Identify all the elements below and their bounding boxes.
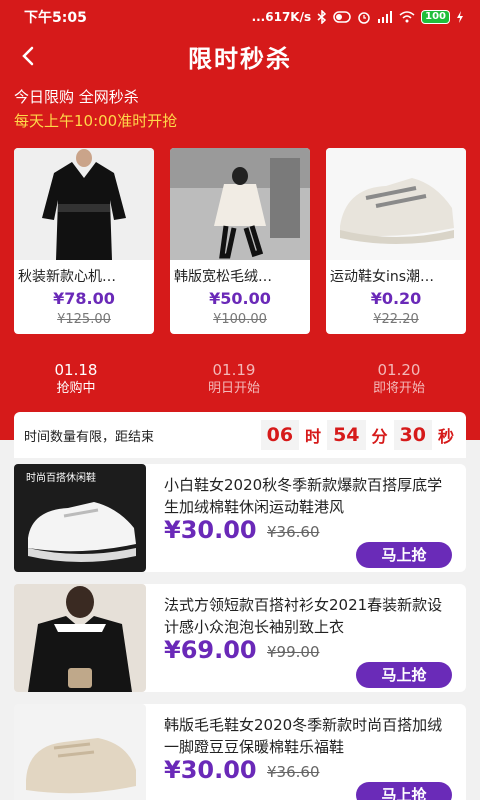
hours-unit: 时: [305, 427, 322, 446]
image-banner-text: 时尚百搭休闲鞋: [26, 471, 96, 484]
wifi-icon: [399, 11, 415, 23]
page-title: 限时秒杀: [188, 44, 292, 73]
product-title: 法式方领短款百搭衬衫女2021春装新款设计感小众泡泡长袖别致上衣: [164, 596, 443, 636]
product-original-price: ¥99.00: [267, 643, 320, 661]
product-original-price: ¥36.60: [267, 763, 320, 781]
countdown-bar: 时间数量有限，距结束 06 时 54 分 30 秒: [14, 412, 466, 458]
status-time: 下午5:05: [24, 10, 87, 26]
list-item[interactable]: 韩版毛毛鞋女2020冬季新款时尚百搭加绒一脚蹬豆豆保暖棉鞋乐福鞋 ¥30.00 …: [14, 704, 466, 800]
alarm-icon: [357, 10, 371, 24]
featured-title: 韩版宽松毛绒…: [174, 269, 272, 285]
featured-card[interactable]: 韩版宽松毛绒… ¥50.00 ¥100.00: [170, 148, 310, 334]
banner-subtitle: 今日限购 全网秒杀: [14, 88, 139, 106]
featured-card[interactable]: 秋装新款心机… ¥78.00 ¥125.00: [14, 148, 154, 334]
countdown-label: 时间数量有限，距结束: [24, 429, 155, 445]
buy-now-button[interactable]: 马上抢: [356, 542, 452, 568]
network-speed: ...617K/s: [251, 10, 312, 24]
product-image-white-sneaker: 时尚百搭休闲鞋: [14, 464, 146, 572]
countdown-minutes: 54: [327, 420, 366, 450]
tab-date: 01.18: [54, 361, 98, 379]
tab-date: 01.20: [377, 361, 421, 379]
product-price: ¥30.00: [164, 756, 257, 784]
featured-title: 运动鞋女ins潮…: [330, 269, 435, 285]
header: 限时秒杀: [0, 34, 480, 78]
featured-price: ¥78.00: [53, 289, 115, 308]
featured-card[interactable]: 运动鞋女ins潮… ¥0.20 ¥22.20: [326, 148, 466, 334]
signal-icon: [377, 11, 393, 23]
countdown-timer: 06 时 54 分 30 秒: [260, 420, 454, 450]
tab-0118[interactable]: 01.18 抢购中: [16, 360, 136, 398]
product-image-blouse: [14, 148, 154, 260]
tab-date: 01.19: [212, 361, 256, 379]
product-price: ¥30.00: [164, 516, 257, 544]
bluetooth-icon: [317, 10, 327, 24]
featured-original-price: ¥22.20: [373, 312, 419, 327]
status-icons: ...617K/s 100: [252, 10, 464, 24]
product-title: 小白鞋女2020秋冬季新款爆款百搭厚底学生加绒棉鞋休闲运动鞋港风: [164, 476, 443, 516]
product-image-fuzzy-shoe: [14, 704, 146, 800]
product-image-fleece-coat: [170, 148, 310, 260]
tab-status: 明日开始: [207, 381, 260, 396]
product-title: 韩版毛毛鞋女2020冬季新款时尚百搭加绒一脚蹬豆豆保暖棉鞋乐福鞋: [164, 716, 443, 756]
featured-title: 秋装新款心机…: [18, 269, 116, 285]
day-tabs: 01.18 抢购中 01.19 明日开始 01.20 即将开始: [0, 360, 480, 404]
buy-now-button[interactable]: 马上抢: [356, 782, 452, 800]
chevron-left-icon: [22, 46, 34, 66]
product-image-sneaker: [326, 148, 466, 260]
product-image-shirt: [14, 584, 146, 692]
countdown-hours: 06: [260, 420, 300, 450]
tab-0120[interactable]: 01.20 即将开始: [339, 360, 459, 398]
list-item[interactable]: 时尚百搭休闲鞋 小白鞋女2020秋冬季新款爆款百搭厚底学生加绒棉鞋休闲运动鞋港风…: [14, 464, 466, 572]
product-original-price: ¥36.60: [267, 523, 320, 541]
seconds-unit: 秒: [437, 427, 454, 446]
banner-schedule: 每天上午10:00准时开抢: [14, 112, 178, 130]
countdown-seconds: 30: [393, 420, 432, 450]
back-button[interactable]: [12, 40, 44, 72]
battery-icon: 100: [421, 10, 450, 24]
list-item[interactable]: 法式方领短款百搭衬衫女2021春装新款设计感小众泡泡长袖别致上衣 ¥69.00 …: [14, 584, 466, 692]
status-bar: 下午5:05 ...617K/s 100: [0, 0, 480, 34]
tab-status: 即将开始: [372, 381, 425, 396]
product-price: ¥69.00: [164, 636, 257, 664]
charging-icon: [456, 11, 464, 23]
featured-price: ¥50.00: [209, 289, 271, 308]
toggle-icon: [333, 11, 351, 23]
buy-now-button[interactable]: 马上抢: [356, 662, 452, 688]
featured-list: 秋装新款心机… ¥78.00 ¥125.00 韩版宽松毛绒… ¥50.00 ¥1…: [14, 148, 466, 334]
tab-0119[interactable]: 01.19 明日开始: [174, 360, 294, 398]
featured-price: ¥0.20: [370, 289, 422, 308]
minutes-unit: 分: [371, 427, 388, 446]
featured-original-price: ¥100.00: [213, 312, 267, 327]
featured-original-price: ¥125.00: [57, 312, 111, 327]
tab-status: 抢购中: [56, 381, 96, 396]
